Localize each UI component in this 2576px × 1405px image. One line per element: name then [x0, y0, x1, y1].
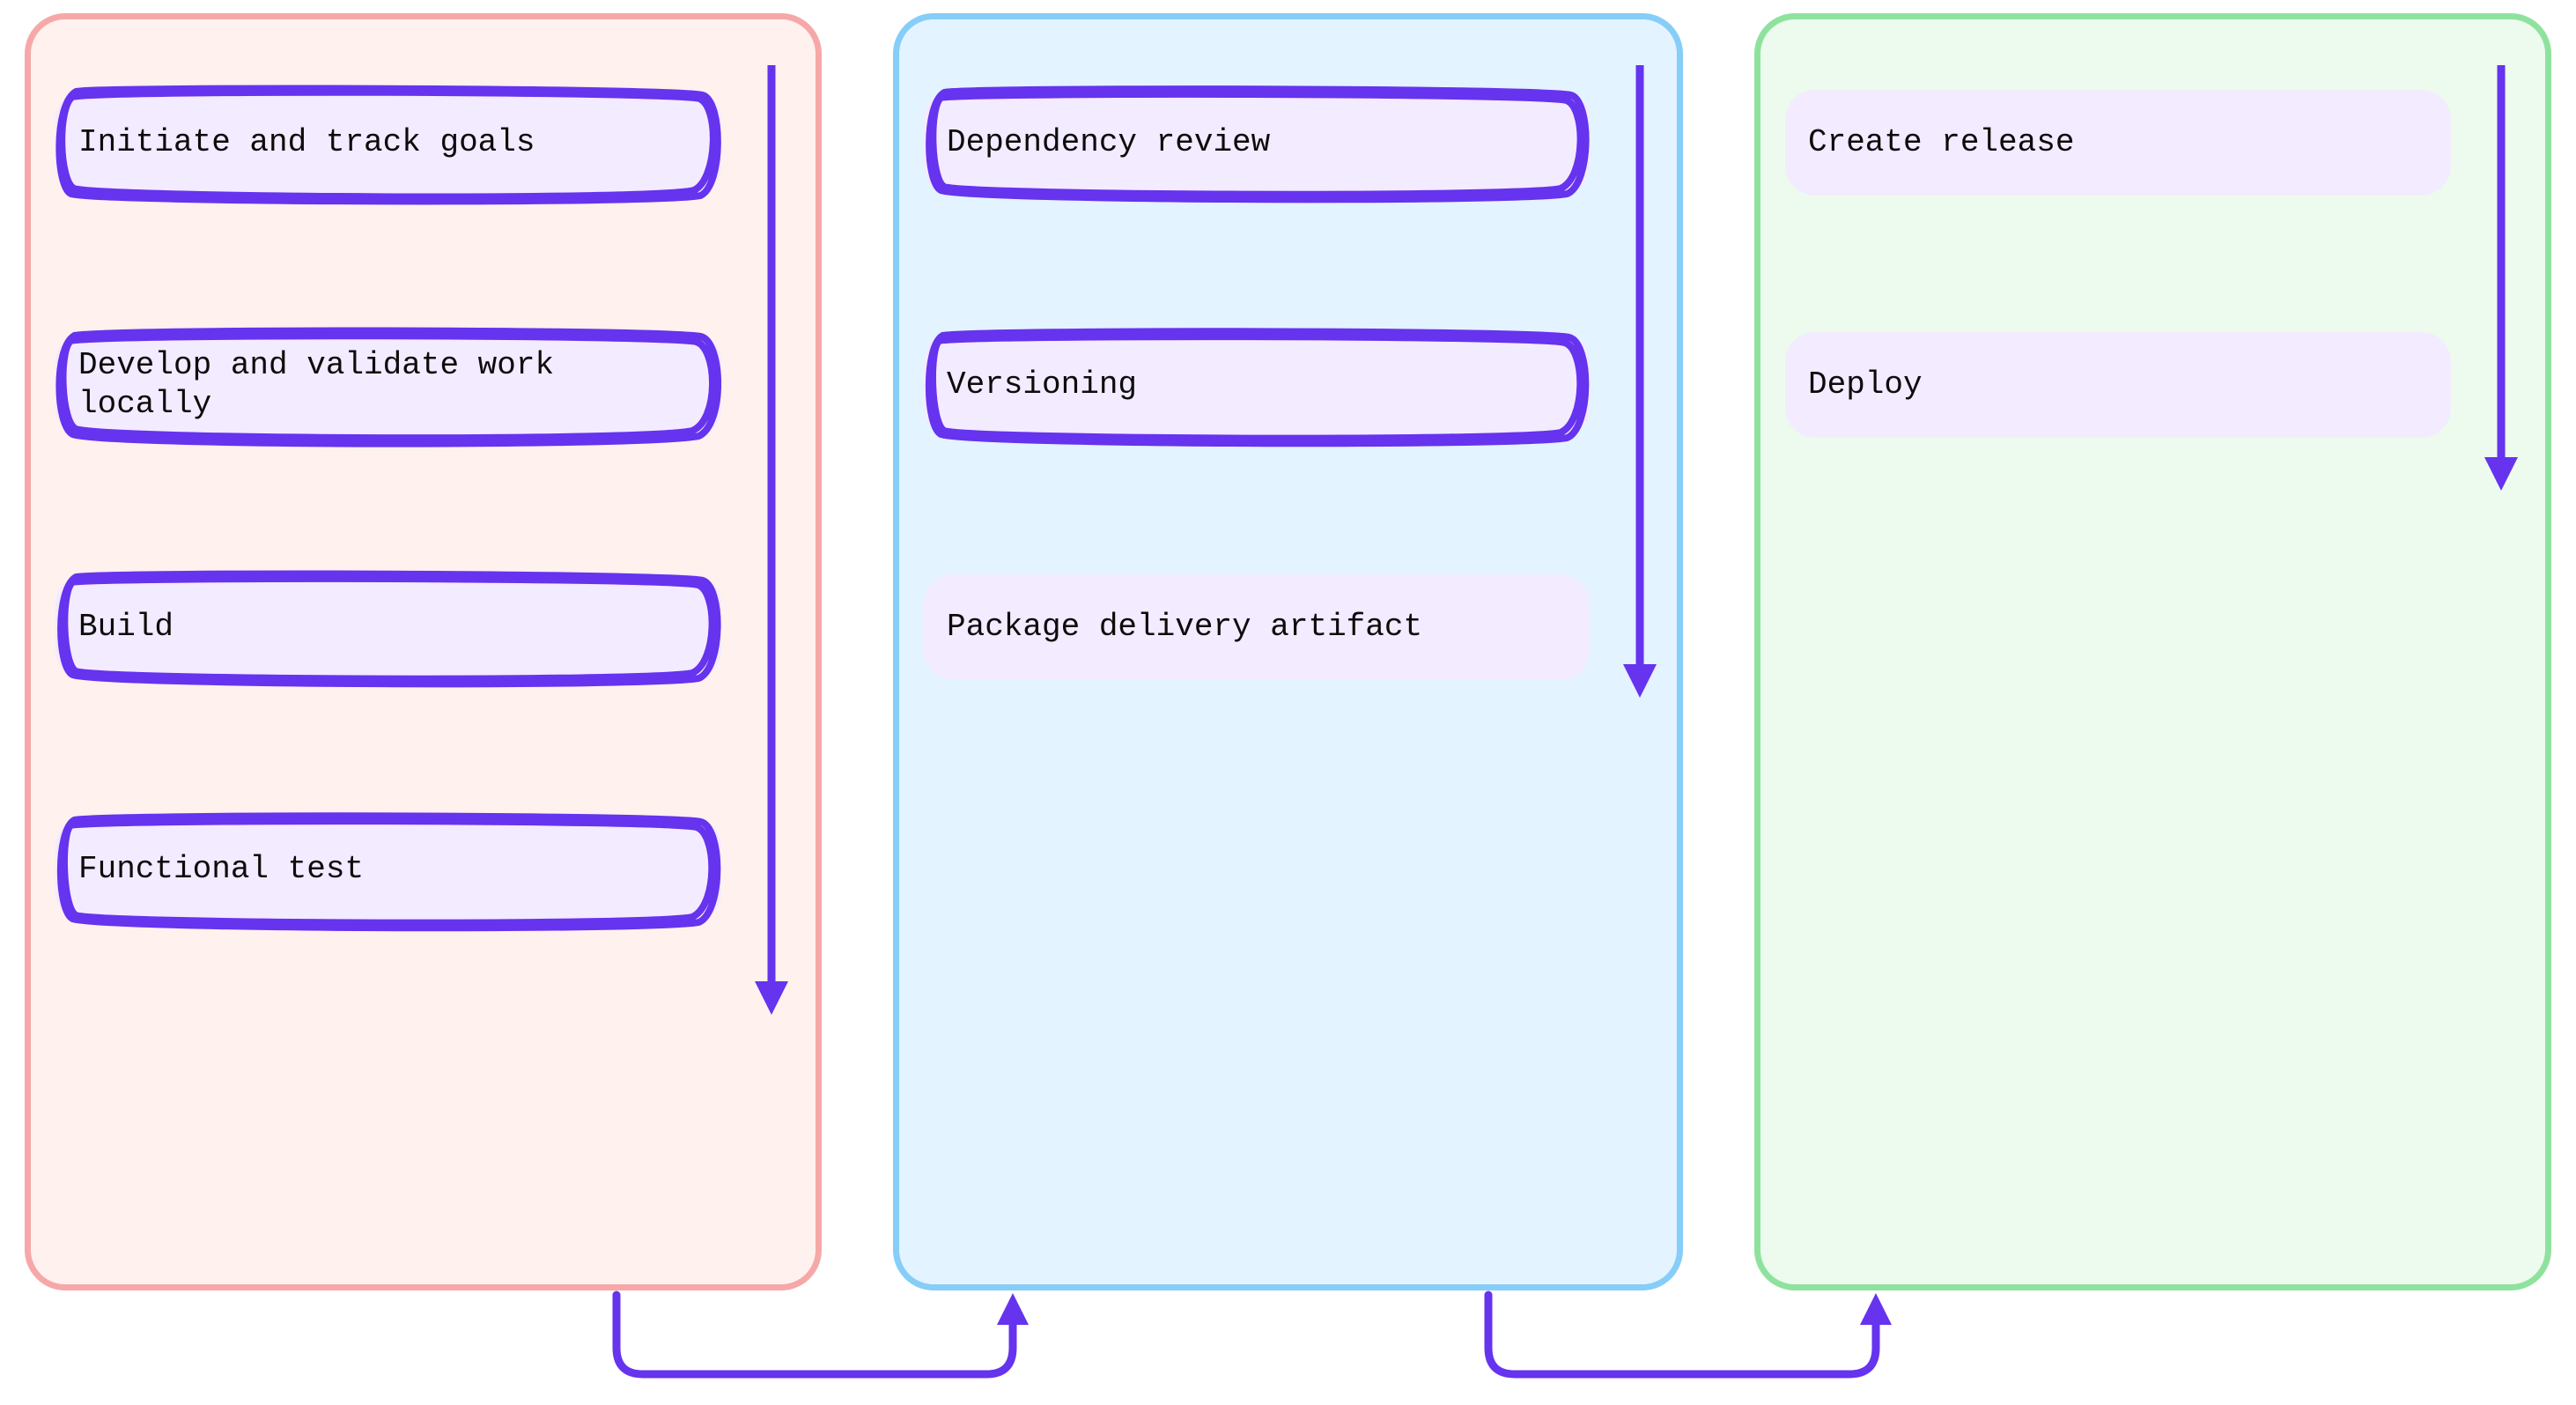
connector-arrow [0, 0, 2576, 1405]
diagram-canvas: Initiate and track goals Develop and val… [0, 0, 2576, 1405]
